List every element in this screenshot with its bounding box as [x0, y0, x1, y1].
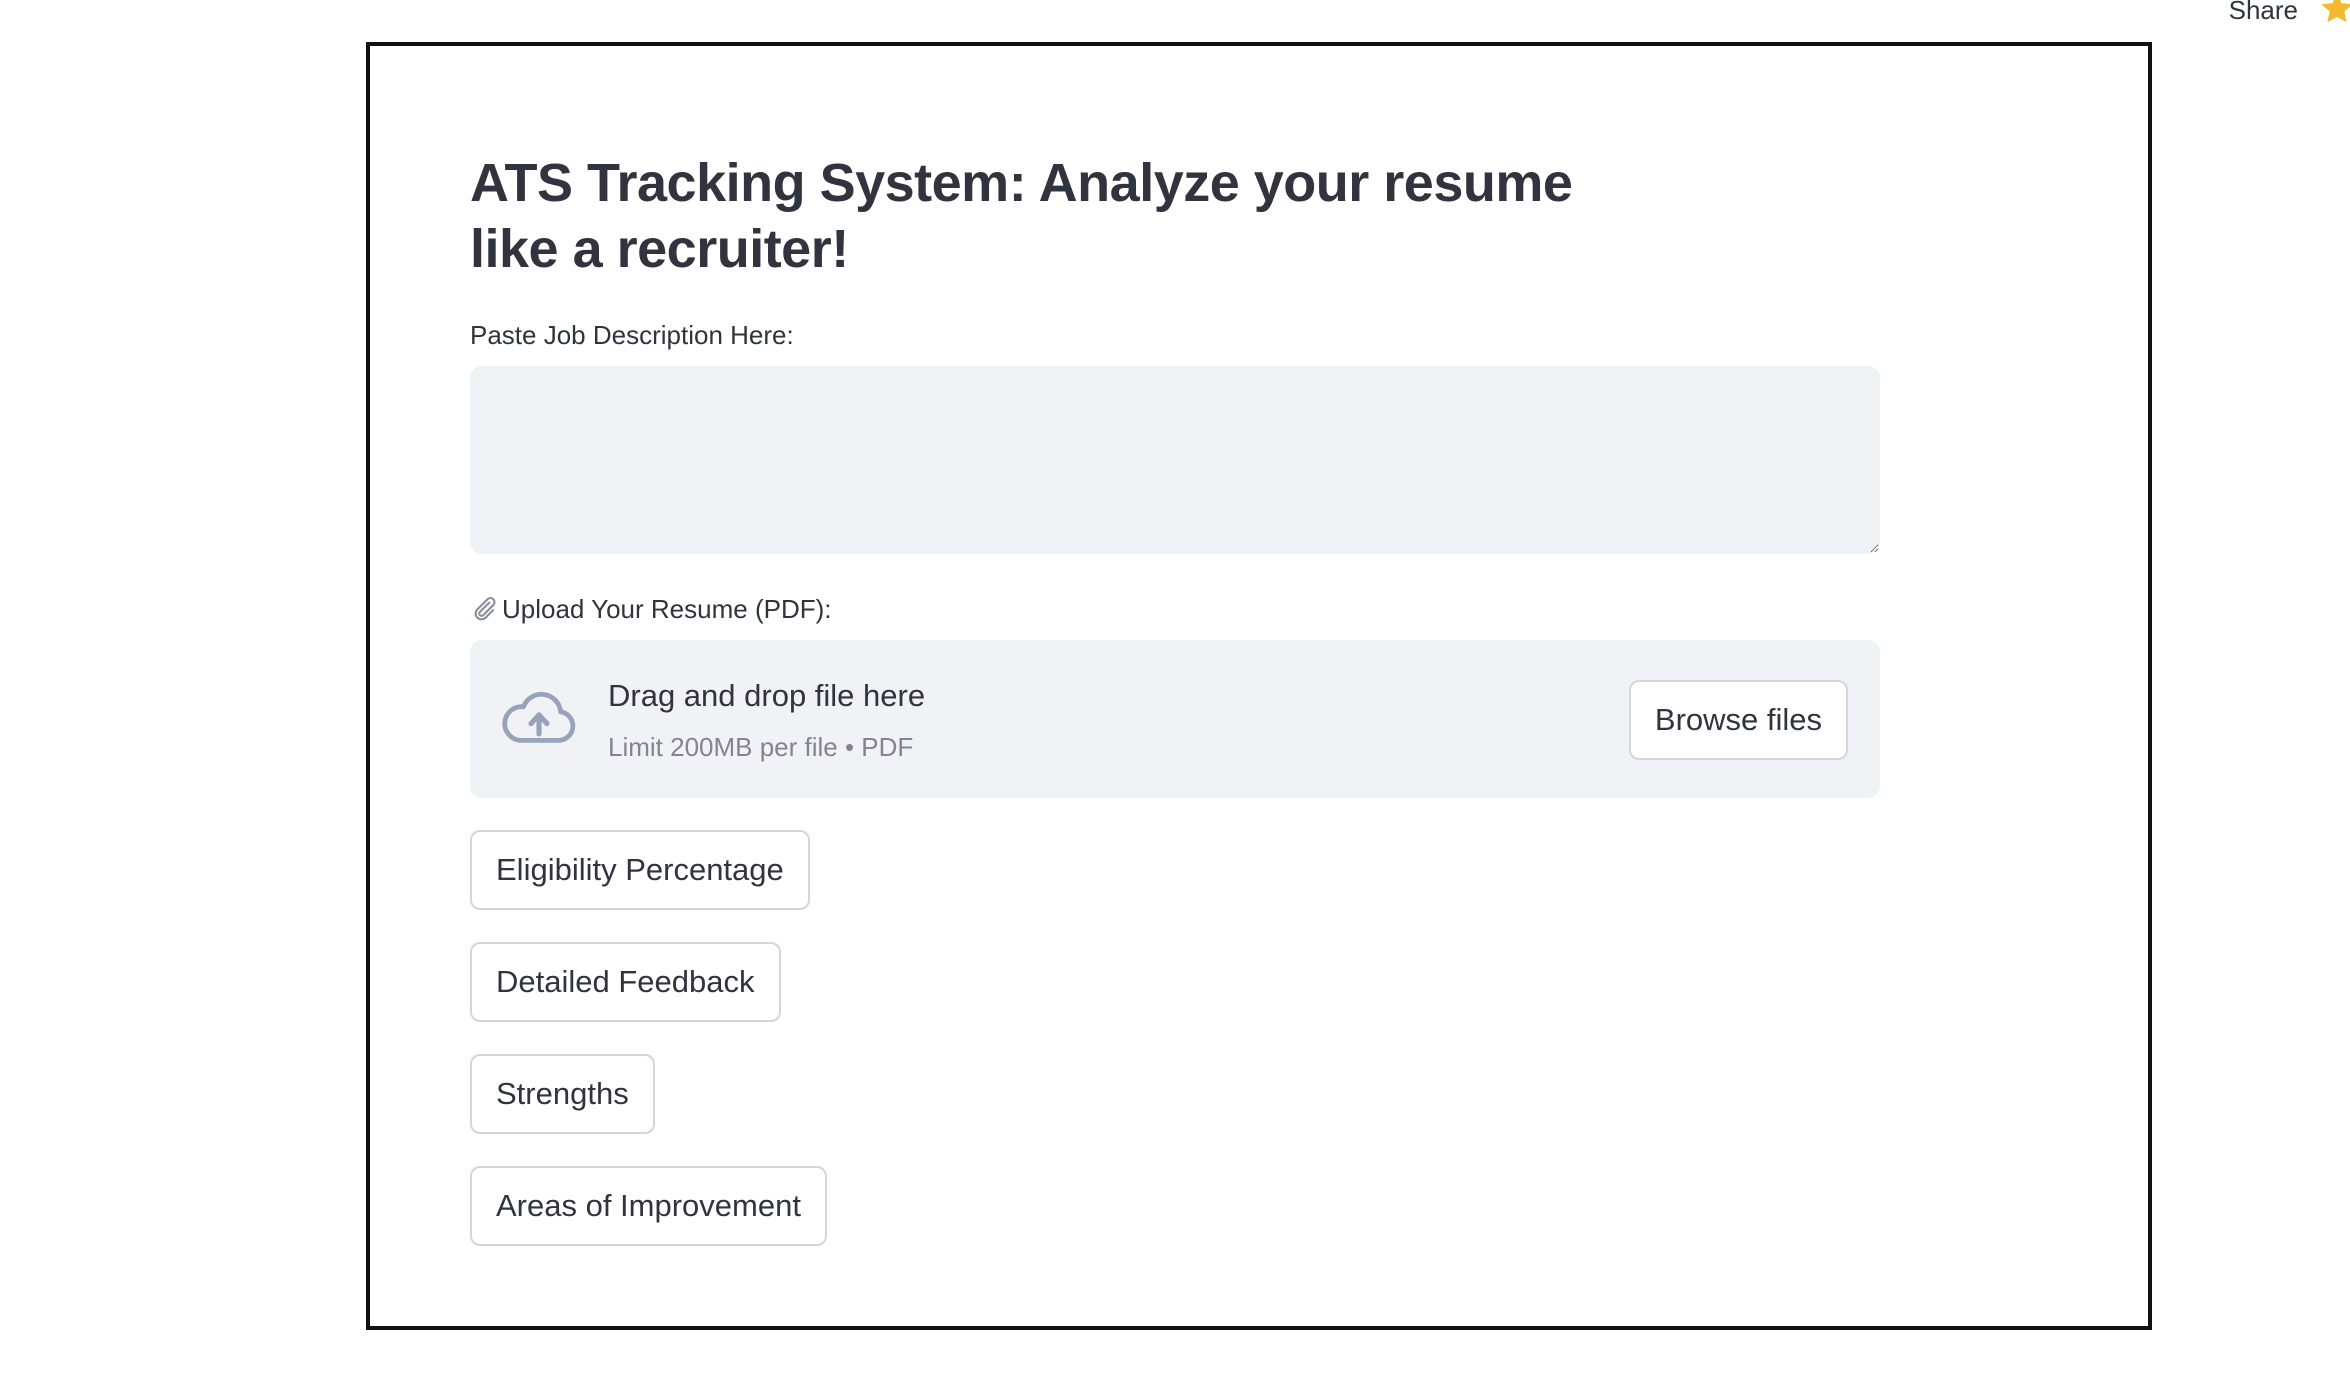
dropzone-limit-text: Limit 200MB per file • PDF	[608, 732, 914, 762]
detailed-feedback-button[interactable]: Detailed Feedback	[470, 942, 781, 1022]
main-content: ATS Tracking System: Analyze your resume…	[470, 150, 1880, 1246]
top-toolbar: Share	[2150, 0, 2350, 30]
star-icon[interactable]	[2318, 0, 2350, 28]
page-title: ATS Tracking System: Analyze your resume…	[470, 153, 1573, 279]
areas-of-improvement-button[interactable]: Areas of Improvement	[470, 1166, 827, 1246]
resume-dropzone[interactable]: Drag and drop file here Limit 200MB per …	[470, 640, 1880, 798]
browse-files-button[interactable]: Browse files	[1628, 680, 1848, 760]
resume-upload-label: Upload Your Resume (PDF):	[470, 592, 1880, 626]
job-description-label-text: Paste Job Description Here:	[470, 320, 794, 350]
job-description-label: Paste Job Description Here:	[470, 318, 1880, 352]
job-description-input[interactable]	[470, 366, 1880, 554]
share-button[interactable]: Share	[2229, 0, 2298, 27]
eligibility-percentage-button[interactable]: Eligibility Percentage	[470, 830, 810, 910]
paperclip-icon	[474, 596, 496, 621]
dropzone-instruction: Drag and drop file here	[608, 678, 926, 713]
strengths-button[interactable]: Strengths	[470, 1054, 655, 1134]
cloud-upload-icon	[502, 691, 576, 743]
resume-upload-label-text: Upload Your Resume (PDF):	[502, 594, 832, 624]
